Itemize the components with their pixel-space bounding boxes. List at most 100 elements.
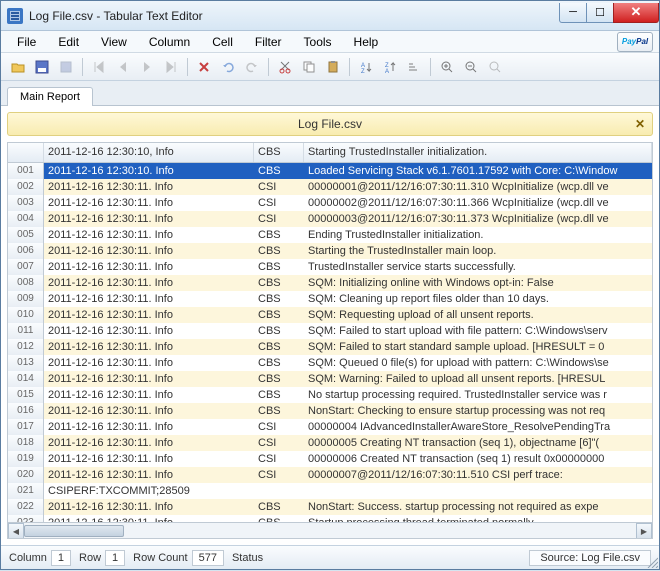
table-row[interactable]: 0142011-12-16 12:30:11. InfoCBSSQM: Warn… — [8, 371, 652, 387]
cell-timestamp[interactable]: 2011-12-16 12:30:11. Info — [44, 323, 254, 339]
horizontal-scrollbar[interactable]: ◀ ▶ — [8, 522, 652, 538]
table-row[interactable]: 0172011-12-16 12:30:11. InfoCSI00000004 … — [8, 419, 652, 435]
cell-source[interactable]: CBS — [254, 227, 304, 243]
paypal-button[interactable]: PayPal — [617, 32, 653, 52]
cell-message[interactable] — [304, 483, 652, 499]
cell-timestamp[interactable]: 2011-12-16 12:30:11. Info — [44, 291, 254, 307]
table-row[interactable]: 0162011-12-16 12:30:11. InfoCBSNonStart:… — [8, 403, 652, 419]
col-header-source[interactable]: CBS — [254, 143, 304, 162]
scroll-right-icon[interactable]: ▶ — [636, 523, 652, 539]
cell-timestamp[interactable]: 2011-12-16 12:30:11. Info — [44, 371, 254, 387]
cell-source[interactable]: CBS — [254, 275, 304, 291]
redo-icon[interactable] — [241, 56, 263, 78]
cell-source[interactable]: CSI — [254, 467, 304, 483]
cell-source[interactable]: CBS — [254, 323, 304, 339]
prev-icon[interactable] — [112, 56, 134, 78]
next-icon[interactable] — [136, 56, 158, 78]
zoom-reset-icon[interactable] — [484, 56, 506, 78]
cell-timestamp[interactable]: 2011-12-16 12:30:11. Info — [44, 499, 254, 515]
cell-timestamp[interactable]: 2011-12-16 12:30:11. Info — [44, 195, 254, 211]
cell-timestamp[interactable]: 2011-12-16 12:30:11. Info — [44, 467, 254, 483]
cell-timestamp[interactable]: 2011-12-16 12:30:11. Info — [44, 259, 254, 275]
cell-message[interactable]: Startup processing thread terminated nor… — [304, 515, 652, 522]
table-row[interactable]: 0192011-12-16 12:30:11. InfoCSI00000006 … — [8, 451, 652, 467]
cell-timestamp[interactable]: 2011-12-16 12:30:11. Info — [44, 515, 254, 522]
cell-source[interactable]: CBS — [254, 499, 304, 515]
grid-header[interactable]: 2011-12-16 12:30:10, Info CBS Starting T… — [8, 143, 652, 163]
table-row[interactable]: 0232011-12-16 12:30:11. InfoCBSStartup p… — [8, 515, 652, 522]
cell-timestamp[interactable]: 2011-12-16 12:30:11. Info — [44, 419, 254, 435]
title-bar[interactable]: Log File.csv - Tabular Text Editor ─ ☐ ✕ — [1, 1, 659, 31]
cell-message[interactable]: 00000005 Creating NT transaction (seq 1)… — [304, 435, 652, 451]
custom-sort-icon[interactable] — [403, 56, 425, 78]
cell-message[interactable]: 00000006 Created NT transaction (seq 1) … — [304, 451, 652, 467]
table-row[interactable]: 0102011-12-16 12:30:11. InfoCBSSQM: Requ… — [8, 307, 652, 323]
cell-timestamp[interactable]: 2011-12-16 12:30:10. Info — [44, 163, 254, 179]
cell-timestamp[interactable]: 2011-12-16 12:30:11. Info — [44, 275, 254, 291]
cell-timestamp[interactable]: 2011-12-16 12:30:11. Info — [44, 179, 254, 195]
tab-main-report[interactable]: Main Report — [7, 87, 93, 106]
cell-source[interactable]: CSI — [254, 179, 304, 195]
scroll-left-icon[interactable]: ◀ — [8, 523, 24, 539]
first-icon[interactable] — [88, 56, 110, 78]
cell-message[interactable]: 00000002@2011/12/16:07:30:11.366 WcpInit… — [304, 195, 652, 211]
cell-message[interactable]: NonStart: Checking to ensure startup pro… — [304, 403, 652, 419]
cell-source[interactable]: CBS — [254, 163, 304, 179]
open-icon[interactable] — [7, 56, 29, 78]
cell-source[interactable]: CBS — [254, 339, 304, 355]
cell-message[interactable]: Loaded Servicing Stack v6.1.7601.17592 w… — [304, 163, 652, 179]
menu-view[interactable]: View — [91, 33, 137, 51]
table-row[interactable]: 0052011-12-16 12:30:11. InfoCBSEnding Tr… — [8, 227, 652, 243]
minimize-button[interactable]: ─ — [559, 3, 587, 23]
table-row[interactable]: 0012011-12-16 12:30:10. InfoCBSLoaded Se… — [8, 163, 652, 179]
table-row[interactable]: 0222011-12-16 12:30:11. InfoCBSNonStart:… — [8, 499, 652, 515]
cell-timestamp[interactable]: 2011-12-16 12:30:11. Info — [44, 211, 254, 227]
paste-icon[interactable] — [322, 56, 344, 78]
cell-timestamp[interactable]: 2011-12-16 12:30:11. Info — [44, 387, 254, 403]
menu-filter[interactable]: Filter — [245, 33, 292, 51]
col-header-timestamp[interactable]: 2011-12-16 12:30:10, Info — [44, 143, 254, 162]
copy-icon[interactable] — [298, 56, 320, 78]
table-row[interactable]: 021CSIPERF:TXCOMMIT;28509 — [8, 483, 652, 499]
table-row[interactable]: 0202011-12-16 12:30:11. InfoCSI00000007@… — [8, 467, 652, 483]
cell-source[interactable]: CSI — [254, 419, 304, 435]
scroll-thumb[interactable] — [24, 525, 124, 537]
table-row[interactable]: 0042011-12-16 12:30:11. InfoCSI00000003@… — [8, 211, 652, 227]
table-row[interactable]: 0182011-12-16 12:30:11. InfoCSI00000005 … — [8, 435, 652, 451]
cell-source[interactable]: CBS — [254, 403, 304, 419]
menu-help[interactable]: Help — [344, 33, 389, 51]
table-row[interactable]: 0132011-12-16 12:30:11. InfoCBSSQM: Queu… — [8, 355, 652, 371]
sort-desc-icon[interactable]: ZA — [379, 56, 401, 78]
zoom-out-icon[interactable] — [460, 56, 482, 78]
cut-icon[interactable] — [274, 56, 296, 78]
menu-column[interactable]: Column — [139, 33, 200, 51]
resize-grip-icon[interactable] — [646, 556, 658, 568]
table-row[interactable]: 0022011-12-16 12:30:11. InfoCSI00000001@… — [8, 179, 652, 195]
table-row[interactable]: 0032011-12-16 12:30:11. InfoCSI00000002@… — [8, 195, 652, 211]
file-banner-close-icon[interactable]: ✕ — [632, 116, 648, 132]
menu-file[interactable]: File — [7, 33, 46, 51]
cell-message[interactable]: SQM: Warning: Failed to upload all unsen… — [304, 371, 652, 387]
cell-message[interactable]: Starting the TrustedInstaller main loop. — [304, 243, 652, 259]
cell-timestamp[interactable]: 2011-12-16 12:30:11. Info — [44, 307, 254, 323]
cell-timestamp[interactable]: 2011-12-16 12:30:11. Info — [44, 243, 254, 259]
cell-source[interactable]: CBS — [254, 291, 304, 307]
cell-source[interactable]: CBS — [254, 307, 304, 323]
cell-source[interactable]: CBS — [254, 387, 304, 403]
cell-source[interactable]: CBS — [254, 259, 304, 275]
table-row[interactable]: 0112011-12-16 12:30:11. InfoCBSSQM: Fail… — [8, 323, 652, 339]
cell-message[interactable]: 00000004 IAdvancedInstallerAwareStore_Re… — [304, 419, 652, 435]
close-button[interactable]: ✕ — [613, 3, 659, 23]
cell-source[interactable]: CSI — [254, 435, 304, 451]
cell-timestamp[interactable]: 2011-12-16 12:30:11. Info — [44, 339, 254, 355]
table-row[interactable]: 0092011-12-16 12:30:11. InfoCBSSQM: Clea… — [8, 291, 652, 307]
cell-source[interactable]: CBS — [254, 355, 304, 371]
cell-timestamp[interactable]: 2011-12-16 12:30:11. Info — [44, 403, 254, 419]
cell-message[interactable]: 00000003@2011/12/16:07:30:11.373 WcpInit… — [304, 211, 652, 227]
table-row[interactable]: 0122011-12-16 12:30:11. InfoCBSSQM: Fail… — [8, 339, 652, 355]
cell-message[interactable]: SQM: Failed to start upload with file pa… — [304, 323, 652, 339]
col-header-message[interactable]: Starting TrustedInstaller initialization… — [304, 143, 652, 162]
undo-icon[interactable] — [217, 56, 239, 78]
cell-source[interactable]: CBS — [254, 243, 304, 259]
cell-message[interactable]: NonStart: Success. startup processing no… — [304, 499, 652, 515]
